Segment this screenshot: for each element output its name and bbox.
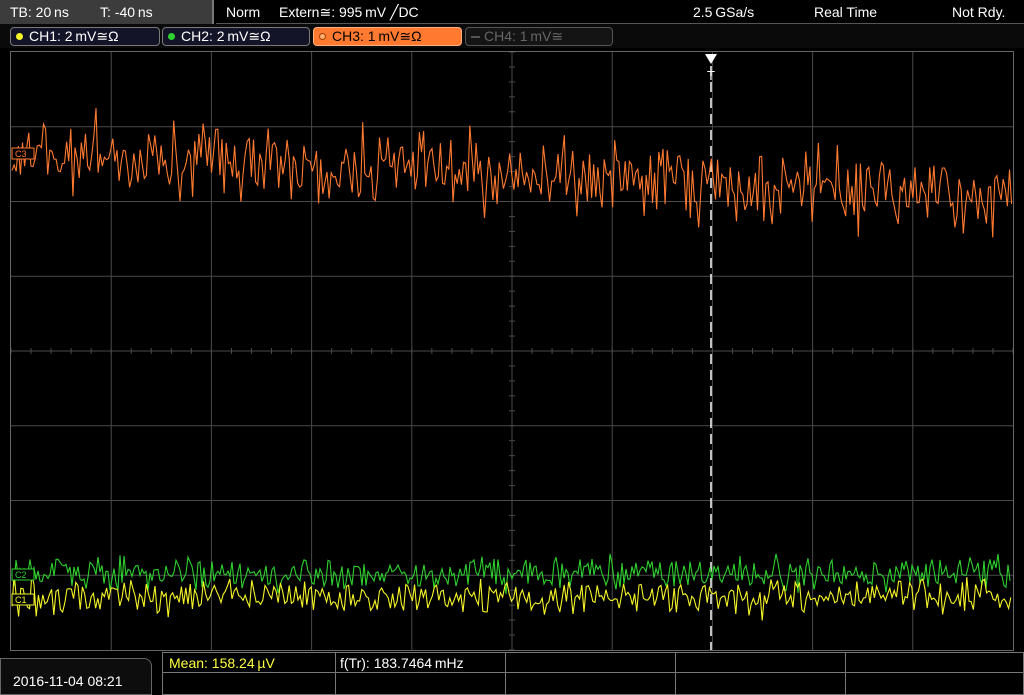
waveform-canvas[interactable]: T C3 C2 C1 xyxy=(11,52,1013,650)
acquisition-mode[interactable]: Real Time xyxy=(814,4,877,20)
trigger-source[interactable]: Extern≅: 995 mV ╱DC xyxy=(279,4,419,21)
channel-2-marker-label: C2 xyxy=(15,570,27,580)
timebase-panel[interactable]: TB: 20 ns T: -40 ns xyxy=(0,0,214,24)
measurement-slot-7[interactable] xyxy=(336,673,506,695)
channel-1-button[interactable]: CH1: 2 mV≅Ω xyxy=(10,27,160,46)
channel-2-label: CH2: 2 mV≅Ω xyxy=(181,28,271,44)
trigger-mode[interactable]: Norm xyxy=(226,4,260,20)
trigger-offset-value[interactable]: T: -40 ns xyxy=(100,4,153,20)
measurement-freq-cell[interactable]: f(Tr): 183.7464 mHz xyxy=(336,652,506,673)
waveform-display[interactable]: T C3 C2 C1 xyxy=(10,51,1014,651)
date-time-display: 2016-11-04 08:21 xyxy=(13,673,123,689)
channel-4-indicator-icon xyxy=(471,36,480,38)
measurement-slot-8[interactable] xyxy=(506,673,676,695)
measurement-slot-3[interactable] xyxy=(506,652,676,673)
measurement-table[interactable]: Mean: 158.24 µV f(Tr): 183.7464 mHz xyxy=(162,652,1024,695)
measurement-slot-5[interactable] xyxy=(846,652,1024,673)
channel-3-marker-label: C3 xyxy=(15,149,27,159)
trigger-marker-label: T xyxy=(707,68,715,83)
measurement-slot-6[interactable] xyxy=(162,673,336,695)
channel-4-label: CH4: 1 mV≅ xyxy=(484,28,564,44)
timebase-value[interactable]: TB: 20 ns xyxy=(10,4,69,20)
channel-3-label: CH3: 1 mV≅Ω xyxy=(332,28,422,44)
sample-rate[interactable]: 2.5 GSa/s xyxy=(693,4,754,20)
channel-3-indicator-icon xyxy=(319,33,326,40)
graticule xyxy=(11,52,1013,650)
acquisition-status: Not Rdy. xyxy=(952,4,1006,20)
measurement-mean-cell[interactable]: Mean: 158.24 µV xyxy=(162,652,336,673)
date-time-panel[interactable]: 2016-11-04 08:21 xyxy=(0,658,152,695)
measurement-mean: Mean: 158.24 µV xyxy=(169,655,275,671)
channel-1-label: CH1: 2 mV≅Ω xyxy=(29,28,119,44)
channel-1-marker-label: C1 xyxy=(15,595,27,605)
channel-4-button[interactable]: CH4: 1 mV≅ xyxy=(465,27,613,46)
measurement-frequency: f(Tr): 183.7464 mHz xyxy=(340,655,464,671)
measurement-slot-9[interactable] xyxy=(676,673,846,695)
channel-2-level-marker[interactable]: C2 xyxy=(11,568,35,581)
channel-1-indicator-icon xyxy=(16,33,23,40)
channel-bar: CH1: 2 mV≅Ω CH2: 2 mV≅Ω CH3: 1 mV≅Ω CH4:… xyxy=(0,24,1024,48)
status-bar: TB: 20 ns T: -40 ns Norm Extern≅: 995 mV… xyxy=(0,0,1024,24)
channel-1-level-marker[interactable]: C1 xyxy=(11,593,35,606)
channel-3-level-marker[interactable]: C3 xyxy=(11,147,35,160)
channel-3-button[interactable]: CH3: 1 mV≅Ω xyxy=(313,27,462,46)
measurement-slot-10[interactable] xyxy=(846,673,1024,695)
trigger-panel[interactable]: Norm Extern≅: 995 mV ╱DC 2.5 GSa/s Real … xyxy=(216,0,1024,24)
channel-2-indicator-icon xyxy=(168,33,175,40)
measurement-slot-4[interactable] xyxy=(676,652,846,673)
trigger-position-arrow-icon[interactable] xyxy=(705,54,717,64)
channel-2-button[interactable]: CH2: 2 mV≅Ω xyxy=(162,27,310,46)
